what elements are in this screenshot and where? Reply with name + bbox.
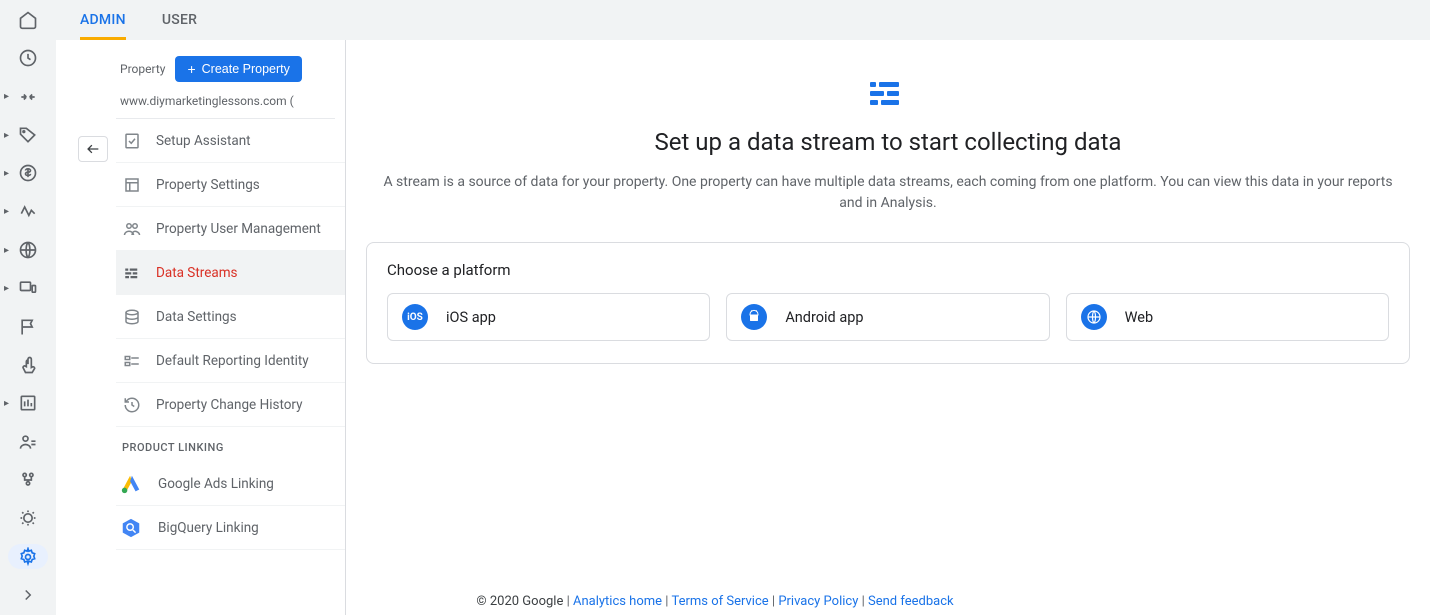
page-subtitle: A stream is a source of data for your pr… <box>378 172 1398 214</box>
platform-label: Android app <box>785 309 863 326</box>
users-icon <box>122 220 142 238</box>
copyright-text: © 2020 Google <box>476 594 563 609</box>
rail-demographics-icon[interactable] <box>8 238 48 262</box>
footer-link-privacy[interactable]: Privacy Policy <box>778 594 858 609</box>
property-sidebar: Property + Create Property www.diymarket… <box>56 40 346 615</box>
sidebar-item-label: Setup Assistant <box>156 133 251 149</box>
rail-acquisition-icon[interactable] <box>8 200 48 224</box>
sidebar-item-property-settings[interactable]: Property Settings <box>116 163 345 207</box>
rail-admin-icon[interactable] <box>8 544 48 568</box>
rail-touch-icon[interactable] <box>8 353 48 377</box>
ios-icon: iOS <box>402 304 428 330</box>
bigquery-icon <box>118 515 144 541</box>
web-icon <box>1081 304 1107 330</box>
rail-monetization-icon[interactable] <box>8 161 48 185</box>
sidebar-link-bigquery[interactable]: BigQuery Linking <box>116 506 345 550</box>
sidebar-item-label: Data Settings <box>156 309 237 325</box>
footer-link-analytics-home[interactable]: Analytics home <box>573 594 662 609</box>
layout-icon <box>122 176 142 194</box>
rail-realtime-icon[interactable] <box>8 46 48 70</box>
sidebar-section-product-linking: PRODUCT LINKING <box>116 427 345 462</box>
sidebar-item-reporting-identity[interactable]: Default Reporting Identity <box>116 339 345 383</box>
android-icon <box>741 304 767 330</box>
rail-configure-icon[interactable] <box>8 468 48 492</box>
sidebar-item-setup-assistant[interactable]: Setup Assistant <box>116 119 345 163</box>
platform-label: Web <box>1125 309 1153 326</box>
sidebar-item-label: Data Streams <box>156 265 238 281</box>
clipboard-check-icon <box>122 132 142 150</box>
platform-card-web[interactable]: Web <box>1066 293 1389 341</box>
sidebar-item-data-streams[interactable]: Data Streams <box>116 251 345 295</box>
platform-label: iOS app <box>446 309 496 326</box>
sidebar-item-user-management[interactable]: Property User Management <box>116 207 345 251</box>
rail-flag-icon[interactable] <box>8 315 48 339</box>
rail-conversions-icon[interactable] <box>8 85 48 109</box>
platform-selector: Choose a platform iOS iOS app Android ap… <box>366 242 1410 364</box>
create-property-button[interactable]: + Create Property <box>175 56 301 82</box>
google-ads-icon <box>118 471 144 497</box>
page-title: Set up a data stream to start collecting… <box>368 128 1408 156</box>
rail-tech-icon[interactable] <box>8 276 48 300</box>
data-streams-hero-icon <box>868 80 908 108</box>
identity-icon <box>122 352 142 370</box>
sidebar-link-google-ads[interactable]: Google Ads Linking <box>116 462 345 506</box>
rail-tag-icon[interactable] <box>8 123 48 147</box>
plus-icon: + <box>187 62 195 76</box>
left-nav-rail <box>0 0 56 615</box>
tab-user[interactable]: USER <box>162 0 197 40</box>
sidebar-item-label: Property Settings <box>156 177 260 193</box>
property-label: Property <box>120 62 165 76</box>
footer-link-feedback[interactable]: Send feedback <box>868 594 954 609</box>
database-icon <box>122 308 142 326</box>
sidebar-item-label: Property Change History <box>156 397 303 413</box>
history-icon <box>122 396 142 414</box>
back-button[interactable] <box>78 136 108 162</box>
admin-tabs: ADMIN USER <box>56 0 1430 40</box>
main-content: Set up a data stream to start collecting… <box>346 40 1430 615</box>
sidebar-link-label: Google Ads Linking <box>158 476 274 492</box>
choose-platform-label: Choose a platform <box>387 261 1389 279</box>
data-streams-icon <box>122 264 142 282</box>
platform-card-ios[interactable]: iOS iOS app <box>387 293 710 341</box>
sidebar-item-label: Default Reporting Identity <box>156 353 309 369</box>
property-name[interactable]: www.diymarketinglessons.com ( <box>116 90 335 119</box>
rail-analysis-icon[interactable] <box>8 391 48 415</box>
sidebar-item-label: Property User Management <box>156 221 321 237</box>
page-footer: © 2020 Google | Analytics home | Terms o… <box>0 594 1430 609</box>
sidebar-link-label: BigQuery Linking <box>158 520 259 536</box>
footer-link-terms[interactable]: Terms of Service <box>671 594 768 609</box>
rail-home-icon[interactable] <box>8 8 48 32</box>
sidebar-item-data-settings[interactable]: Data Settings <box>116 295 345 339</box>
platform-card-android[interactable]: Android app <box>726 293 1049 341</box>
sidebar-item-change-history[interactable]: Property Change History <box>116 383 345 427</box>
rail-debug-icon[interactable] <box>8 506 48 530</box>
rail-audiences-icon[interactable] <box>8 429 48 453</box>
create-property-label: Create Property <box>202 62 290 76</box>
tab-admin[interactable]: ADMIN <box>80 0 126 40</box>
